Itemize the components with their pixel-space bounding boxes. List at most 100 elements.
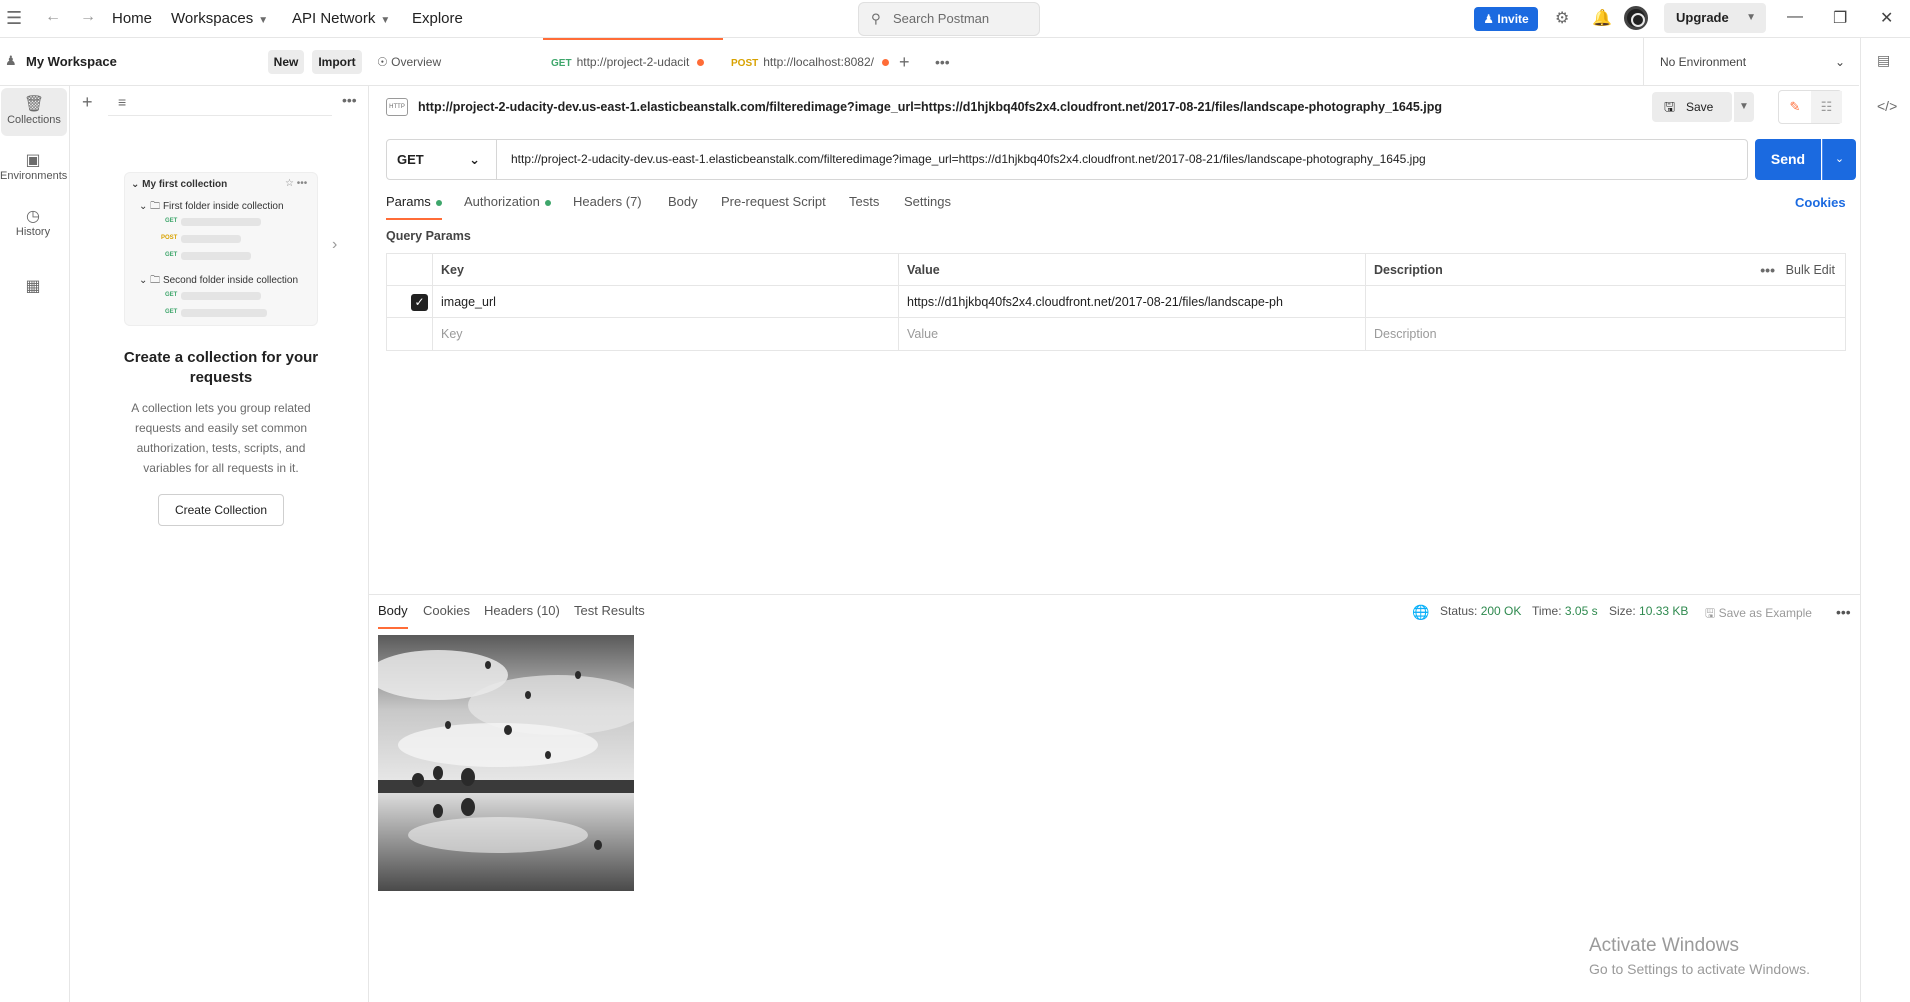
response-tab-headers[interactable]: Headers (10) [484,603,560,629]
bulk-edit-button[interactable]: Bulk Edit [1786,254,1835,286]
preview-method: GET [165,292,178,298]
param-value[interactable]: https://d1hjkbq40fs2x4.cloudfront.net/20… [898,286,1365,318]
collections-icon: 🗑 [23,96,45,113]
unsaved-dot-icon [697,59,705,67]
chevron-down-icon: ▼ [380,15,391,26]
tab-body[interactable]: Body [668,194,698,220]
query-params-table: Key Value Description ••• Bulk Edit ✓ im… [386,253,1846,351]
response-tab-body[interactable]: Body [378,603,408,629]
save-as-example-button[interactable]: 🖫 Save as Example [1705,604,1812,625]
param-checkbox[interactable]: ✓ [411,294,428,311]
menu-icon[interactable]: ☰ [6,8,22,29]
environment-quick-look-icon[interactable]: ▤ [1877,52,1890,69]
table-row: ✓ image_url https://d1hjkbq40fs2x4.cloud… [387,286,1845,318]
response-divider[interactable] [369,594,1860,595]
edit-pencil-icon[interactable]: ✎ [1779,91,1811,123]
menu-api-network-label: API Network [292,10,376,27]
request-name[interactable]: http://project-2-udacity-dev.us-east-1.e… [418,100,1442,114]
response-tab-cookies[interactable]: Cookies [423,603,470,629]
more-options-icon[interactable]: ••• [1760,254,1775,286]
avatar[interactable] [1624,6,1648,30]
cookies-link[interactable]: Cookies [1795,195,1846,210]
method-select[interactable]: GET ⌄ [387,140,497,179]
close-icon[interactable]: ✕ [1880,8,1893,28]
param-key[interactable]: image_url [432,286,898,318]
minimize-icon[interactable]: — [1787,8,1803,26]
new-button[interactable]: New [268,50,304,74]
more-options-icon[interactable]: ••• [342,92,357,108]
chevron-right-icon[interactable]: › [332,236,337,254]
save-icon: 🖫 [1705,606,1716,620]
param-description[interactable] [1365,286,1847,318]
rail-configure[interactable]: ▦ [0,270,66,318]
rail-history[interactable]: ◷ History [0,200,66,248]
tab-authorization-label: Authorization [464,194,540,209]
param-value-placeholder[interactable]: Value [898,318,1365,350]
response-time[interactable]: Time: 3.05 s [1532,604,1598,618]
globe-icon[interactable]: 🌐 [1412,604,1429,621]
menu-workspaces[interactable]: Workspaces ▼ [171,10,268,27]
empty-state-title: Create a collection for your requests [123,349,319,386]
sidebar-panel: + ≡ ••• ⌄ My first collection ☆ ••• ⌄ 🗀 … [70,86,369,1002]
tab-overview[interactable]: ☉ Overview [377,38,547,85]
param-key-placeholder[interactable]: Key [432,318,898,350]
tab-params[interactable]: Params [386,194,442,220]
table-header-key: Key [432,254,898,286]
tab-headers[interactable]: Headers (7) [573,194,642,220]
preview-collection-name: My first collection [142,179,228,190]
preview-method: GET [165,252,178,258]
tab-label: http://project-2-udacit [576,55,690,69]
preview-placeholder-bar [181,218,261,226]
rail-collections[interactable]: 🗑 Collections [1,88,67,136]
forward-arrow-icon[interactable]: → [80,8,96,26]
more-options-icon[interactable]: ••• [1836,604,1851,620]
import-button[interactable]: Import [312,50,362,74]
menu-api-network[interactable]: API Network ▼ [292,10,390,27]
response-tab-test-results[interactable]: Test Results [574,603,645,629]
preview-folder1-row: ⌄ 🗀 First folder inside collection [139,201,284,212]
save-button[interactable]: 🖫 Save [1652,92,1732,122]
grid-plus-icon: ▦ [25,278,41,295]
preview-method: GET [165,309,178,315]
send-button[interactable]: Send [1755,139,1821,180]
response-status[interactable]: Status: 200 OK [1440,604,1521,618]
tab-post-request[interactable]: POST http://localhost:8082/ [723,38,893,85]
environment-selector[interactable]: No Environment ⌄ [1643,38,1859,86]
invite-button[interactable]: ♟ Invite [1474,7,1538,31]
back-arrow-icon[interactable]: ← [45,8,61,26]
response-size[interactable]: Size: 10.33 KB [1609,604,1688,618]
tab-more-icon[interactable]: ••• [935,38,950,85]
new-tab-plus-icon[interactable]: + [899,38,910,85]
table-header-row: Key Value Description ••• Bulk Edit [387,254,1845,286]
url-input[interactable]: http://project-2-udacity-dev.us-east-1.e… [511,140,1426,179]
send-dropdown-button[interactable]: ⌄ [1822,139,1856,180]
create-collection-button[interactable]: Create Collection [158,494,284,526]
menu-home[interactable]: Home [112,10,152,27]
restore-icon[interactable]: ❐ [1833,8,1847,28]
tab-label: http://localhost:8082/ [763,55,874,69]
chevron-down-icon: ⌄ [469,152,480,167]
settings-gear-icon[interactable]: ⚙ [1555,8,1569,28]
comment-icon[interactable]: ☷ [1811,91,1842,123]
code-icon[interactable]: </> [1877,98,1897,114]
search-input[interactable]: ⚲ Search Postman [858,2,1040,36]
param-description-placeholder[interactable]: Description [1365,318,1847,350]
response-image [378,635,634,891]
chevron-down-icon: ⌄ [1834,55,1845,69]
notification-bell-icon[interactable]: 🔔 [1592,8,1612,28]
menu-explore[interactable]: Explore [412,10,463,27]
tab-get-request[interactable]: GET http://project-2-udacit [543,38,723,85]
tab-method: GET [551,58,572,69]
tab-authorization[interactable]: Authorization [464,194,551,220]
preview-collection-row: ⌄ My first collection [131,179,228,190]
filter-input[interactable]: ≡ [108,90,332,116]
save-dropdown-button[interactable]: ▼ [1734,92,1754,122]
tab-tests[interactable]: Tests [849,194,879,220]
request-tabs-bar: ☉ Overview GET http://project-2-udacit PO… [369,38,1859,86]
table-header-description-label: Description [1374,263,1443,277]
add-icon[interactable]: + [82,92,93,113]
rail-environments[interactable]: ▣ Environments [0,144,67,192]
tab-pre-request-script[interactable]: Pre-request Script [721,194,826,220]
tab-settings[interactable]: Settings [904,194,951,220]
upgrade-button[interactable]: Upgrade ▼ [1664,3,1766,33]
